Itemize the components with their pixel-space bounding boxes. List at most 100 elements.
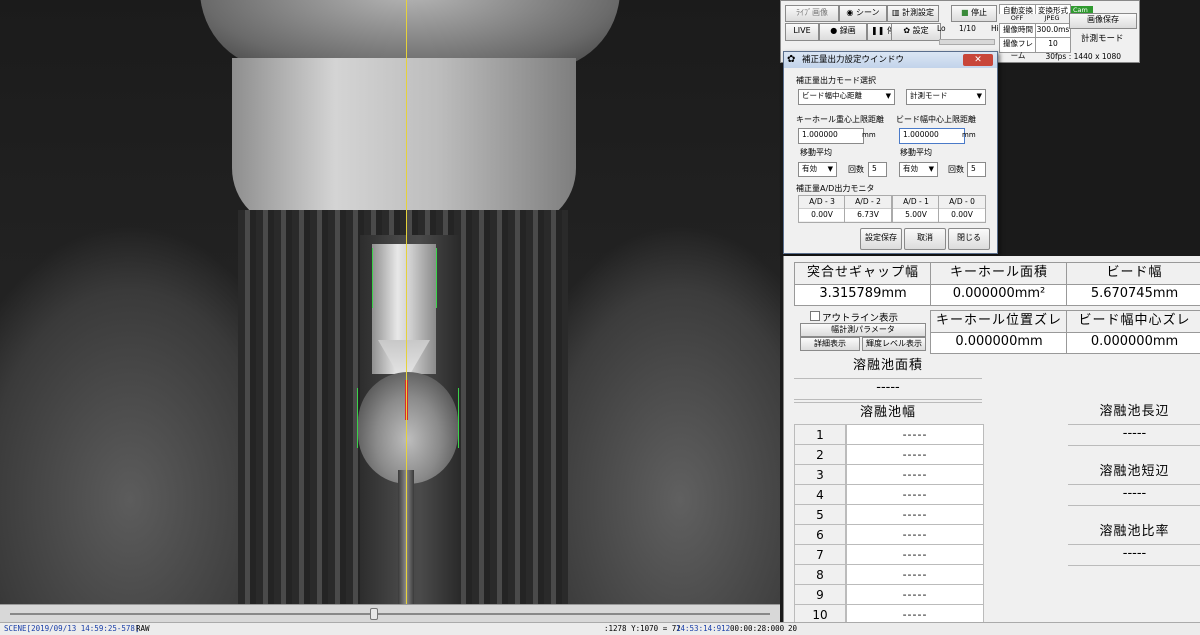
ad-channel-2-name: A/D - 2	[855, 197, 881, 206]
fps-info: 30fps : 1440 x 1080	[1045, 52, 1121, 61]
cancel-button[interactable]: 取消	[904, 228, 946, 250]
camera-view[interactable]	[0, 0, 780, 604]
bead-limit-input[interactable]: 1.000000	[899, 128, 965, 144]
bead-edge-marker-right	[436, 248, 437, 308]
measure-mode-select[interactable]: 計測モード ▼	[906, 89, 986, 105]
current-time: 14:53:14:912	[676, 624, 731, 633]
width-param-button[interactable]: 幅計測パラメータ	[800, 323, 926, 337]
pool-ratio-value: -----	[1068, 544, 1200, 566]
bead-unit: mm	[962, 131, 976, 139]
status-extra: 20	[788, 624, 798, 633]
tab-scene[interactable]: ◉ シーン	[839, 5, 887, 22]
bead-width-header: ビード幅	[1066, 262, 1200, 286]
tab-live-image[interactable]: ﾗｲﾌﾞ画像	[785, 5, 839, 22]
save-image-button[interactable]: 画像保存	[1069, 13, 1137, 29]
detail-label: 詳細表示	[814, 339, 846, 348]
ratio-value: 1/10	[959, 24, 976, 33]
save-settings-button[interactable]: 設定保存	[860, 228, 902, 250]
mode-select-label: 補正量出力モード選択	[796, 76, 876, 85]
mode-select-value: ビード幅中心距離	[802, 91, 862, 100]
camera-icon: ◉	[846, 8, 856, 17]
ad-channel-0: A/D - 0 0.00V	[938, 195, 986, 223]
pool-width-row-num: 3	[794, 464, 846, 486]
ad-channel-0-name: A/D - 0	[949, 197, 975, 206]
gear-icon: ✿	[903, 26, 913, 35]
slider-track[interactable]	[10, 613, 770, 615]
count-label-1: 回数	[848, 165, 864, 174]
pool-ratio-header: 溶融池比率	[1068, 522, 1200, 544]
pool-width-row-num: 4	[794, 484, 846, 506]
convert-format-value: JPEG	[1035, 14, 1069, 22]
ad-channel-2: A/D - 2 6.73V	[844, 195, 892, 223]
auto-convert-value: OFF	[999, 14, 1035, 22]
ad-channel-2-value: 6.73V	[845, 208, 891, 221]
pool-width-row-value: -----	[846, 444, 984, 466]
raw-indicator: RAW	[136, 624, 150, 633]
close-button[interactable]: 閉じる	[948, 228, 990, 250]
pool-area-value: -----	[794, 378, 982, 400]
count-value-1: 5	[872, 164, 877, 173]
detail-button[interactable]: 詳細表示	[800, 337, 860, 351]
chevron-down-icon: ▼	[928, 165, 934, 173]
record-icon: ●	[830, 26, 840, 35]
dialog-title: 補正量出力設定ウインドウ	[802, 55, 905, 65]
brightness-button[interactable]: 輝度レベル表示	[862, 337, 926, 351]
bead-edge-marker-left	[372, 248, 373, 308]
pool-width-row-value: -----	[846, 524, 984, 546]
brightness-label: 輝度レベル表示	[866, 339, 922, 348]
moving-avg-select-1[interactable]: 有効 ▼	[798, 162, 837, 177]
pool-width-row-num: 6	[794, 524, 846, 546]
moving-avg-value-1: 有効	[802, 164, 817, 173]
gain-slider[interactable]	[939, 39, 995, 45]
settings-button-label: 設定	[912, 26, 929, 35]
gap-width-header: 突合せギャップ幅	[794, 262, 932, 286]
count-input-2[interactable]: 5	[967, 162, 986, 177]
moving-avg-select-2[interactable]: 有効 ▼	[899, 162, 938, 177]
bead-center-offset-value: 0.000000mm	[1066, 332, 1200, 354]
ad-channel-1-name: A/D - 1	[903, 197, 929, 206]
ad-monitor-label: 補正量A/D出力モニタ	[796, 184, 875, 193]
live-button[interactable]: LIVE	[785, 23, 819, 41]
width-param-label: 幅計測パラメータ	[831, 325, 895, 334]
gap-width-value: 3.315789mm	[794, 284, 932, 306]
pool-width-row-value: -----	[846, 424, 984, 446]
elapsed-time: 00:00:28:000	[730, 624, 785, 633]
tab-measure-settings[interactable]: ▥ 計測設定	[887, 5, 939, 22]
moving-avg-label-2: 移動平均	[900, 148, 932, 157]
outline-checkbox-label: アウトライン表示	[822, 313, 899, 324]
scene-timestamp: SCENE[2019/09/13 14:59:25-578]	[4, 624, 140, 633]
save-settings-label: 設定保存	[865, 233, 897, 242]
pool-width-row-value: -----	[846, 484, 984, 506]
status-bar: SCENE[2019/09/13 14:59:25-578] RAW :1278…	[0, 622, 1200, 635]
settings-button[interactable]: ✿ 設定	[891, 23, 941, 41]
keyhole-limit-input[interactable]: 1.000000	[798, 128, 864, 144]
keyhole-limit-label: キーホール重心上限距離	[796, 115, 884, 124]
chevron-down-icon: ▼	[976, 92, 982, 100]
pool-width-row-num: 8	[794, 564, 846, 586]
pool-area-header: 溶融池面積	[794, 356, 982, 378]
tab-measure-settings-label: 計測設定	[902, 8, 935, 17]
count-input-1[interactable]: 5	[868, 162, 887, 177]
tab-scene-label: シーン	[855, 8, 880, 17]
pool-edge-marker-left	[357, 388, 358, 448]
chevron-down-icon: ▼	[827, 165, 833, 173]
lo-label: Lo	[937, 24, 946, 33]
outline-checkbox[interactable]	[810, 311, 820, 321]
record-button[interactable]: ● 録画	[819, 23, 867, 41]
correction-output-dialog: 補正量出力設定ウインドウ ✿ ✕ 補正量出力モード選択 ビード幅中心距離 ▼ 計測…	[783, 51, 998, 254]
stop-top-label: 停止	[971, 8, 988, 17]
mode-select[interactable]: ビード幅中心距離 ▼	[798, 89, 895, 105]
chevron-down-icon: ▼	[885, 92, 891, 100]
pool-width-row-num: 7	[794, 544, 846, 566]
bead-width-value: 5.670745mm	[1066, 284, 1200, 306]
stop-top-button[interactable]: ■ 停止	[951, 5, 997, 22]
bead-limit-label: ビード幅中心上限距離	[896, 115, 976, 124]
save-image-button-label: 画像保存	[1087, 15, 1119, 24]
bead-center-offset-header: ビード幅中心ズレ	[1066, 310, 1200, 334]
keyhole-offset-header: キーホール位置ズレ	[930, 310, 1068, 334]
slider-thumb[interactable]	[370, 608, 378, 620]
pool-width-row-value: -----	[846, 564, 984, 586]
dialog-close-button[interactable]: ✕	[963, 54, 993, 66]
mode-label: 計測モード	[1081, 34, 1124, 44]
pool-width-row-value: -----	[846, 544, 984, 566]
